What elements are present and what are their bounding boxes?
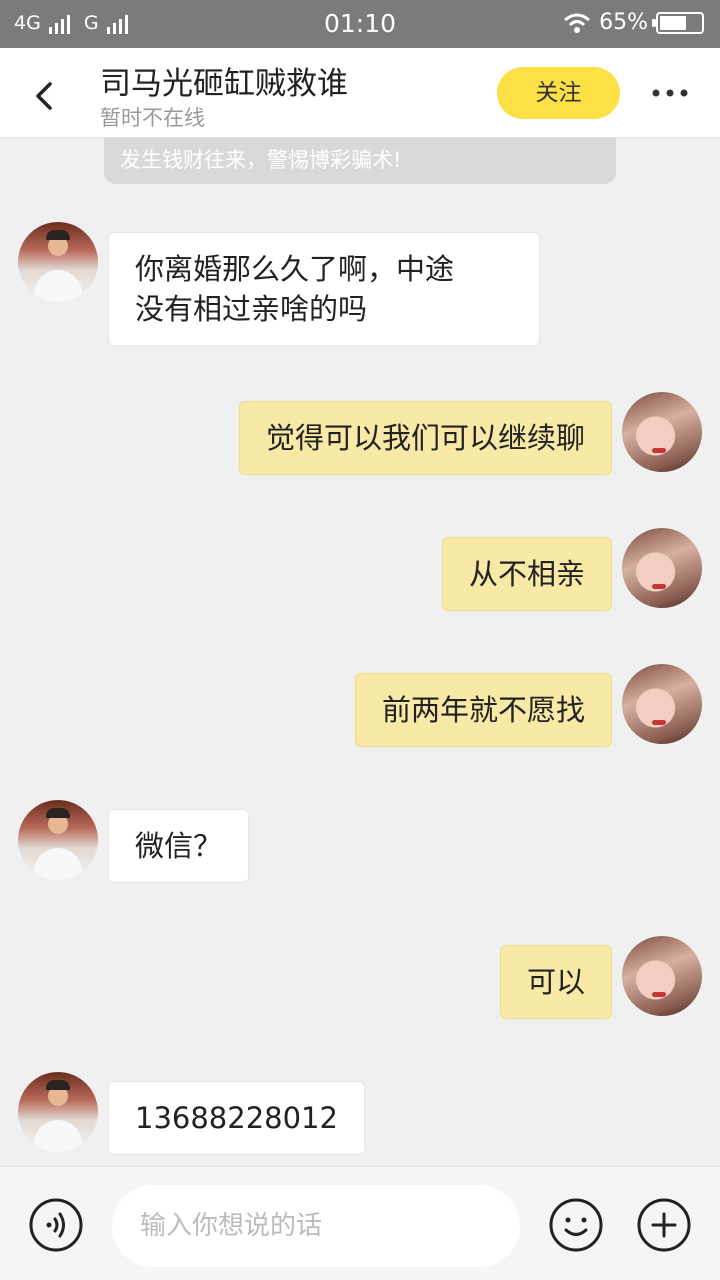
message-bubble-outgoing[interactable]: 可以 xyxy=(499,945,612,1019)
plus-icon[interactable] xyxy=(636,1197,692,1253)
message-bubble-outgoing[interactable]: 从不相亲 xyxy=(441,537,612,611)
avatar[interactable] xyxy=(622,528,702,608)
message-bubble-outgoing[interactable]: 觉得可以我们可以继续聊 xyxy=(238,401,612,475)
chevron-left-icon[interactable] xyxy=(22,74,66,118)
safety-notice: 发生钱财往来，警惕博彩骗术! xyxy=(104,138,616,184)
message-input[interactable] xyxy=(112,1185,520,1267)
battery-percent: 65% xyxy=(599,10,648,35)
follow-button[interactable]: 关注 xyxy=(497,67,620,119)
avatar[interactable] xyxy=(622,936,702,1016)
avatar[interactable] xyxy=(622,664,702,744)
avatar[interactable] xyxy=(18,1072,98,1152)
online-status: 暂时不在线 xyxy=(100,106,205,130)
more-dots-icon[interactable] xyxy=(648,78,692,108)
status-bar: 4G G 01:10 65% xyxy=(0,0,720,48)
message-list[interactable]: 发生钱财往来，警惕博彩骗术! 你离婚那么久了啊，中途 没有相过亲啥的吗 觉得可以… xyxy=(0,138,720,1166)
chat-header: 司马光砸缸贼救谁 暂时不在线 关注 xyxy=(0,48,720,138)
avatar[interactable] xyxy=(622,392,702,472)
emoji-icon[interactable] xyxy=(548,1197,604,1253)
message-text-line: 没有相过亲啥的吗 xyxy=(135,292,368,326)
avatar[interactable] xyxy=(18,222,98,302)
battery-icon xyxy=(652,11,704,34)
avatar[interactable] xyxy=(18,800,98,880)
message-text-line: 你离婚那么久了啊，中途 xyxy=(135,252,455,286)
status-right: 65% xyxy=(563,10,704,35)
message-bubble-outgoing[interactable]: 前两年就不愿找 xyxy=(354,673,612,747)
message-bubble-incoming[interactable]: 你离婚那么久了啊，中途 没有相过亲啥的吗 xyxy=(108,232,540,346)
message-bubble-incoming[interactable]: 微信？ xyxy=(108,809,250,883)
battery-level xyxy=(660,15,686,30)
input-bar xyxy=(0,1166,720,1280)
voice-icon[interactable] xyxy=(28,1197,84,1253)
message-bubble-incoming[interactable]: 13688228012 xyxy=(108,1081,365,1155)
chat-title: 司马光砸缸贼救谁 xyxy=(100,66,348,102)
wifi-icon xyxy=(564,13,591,33)
